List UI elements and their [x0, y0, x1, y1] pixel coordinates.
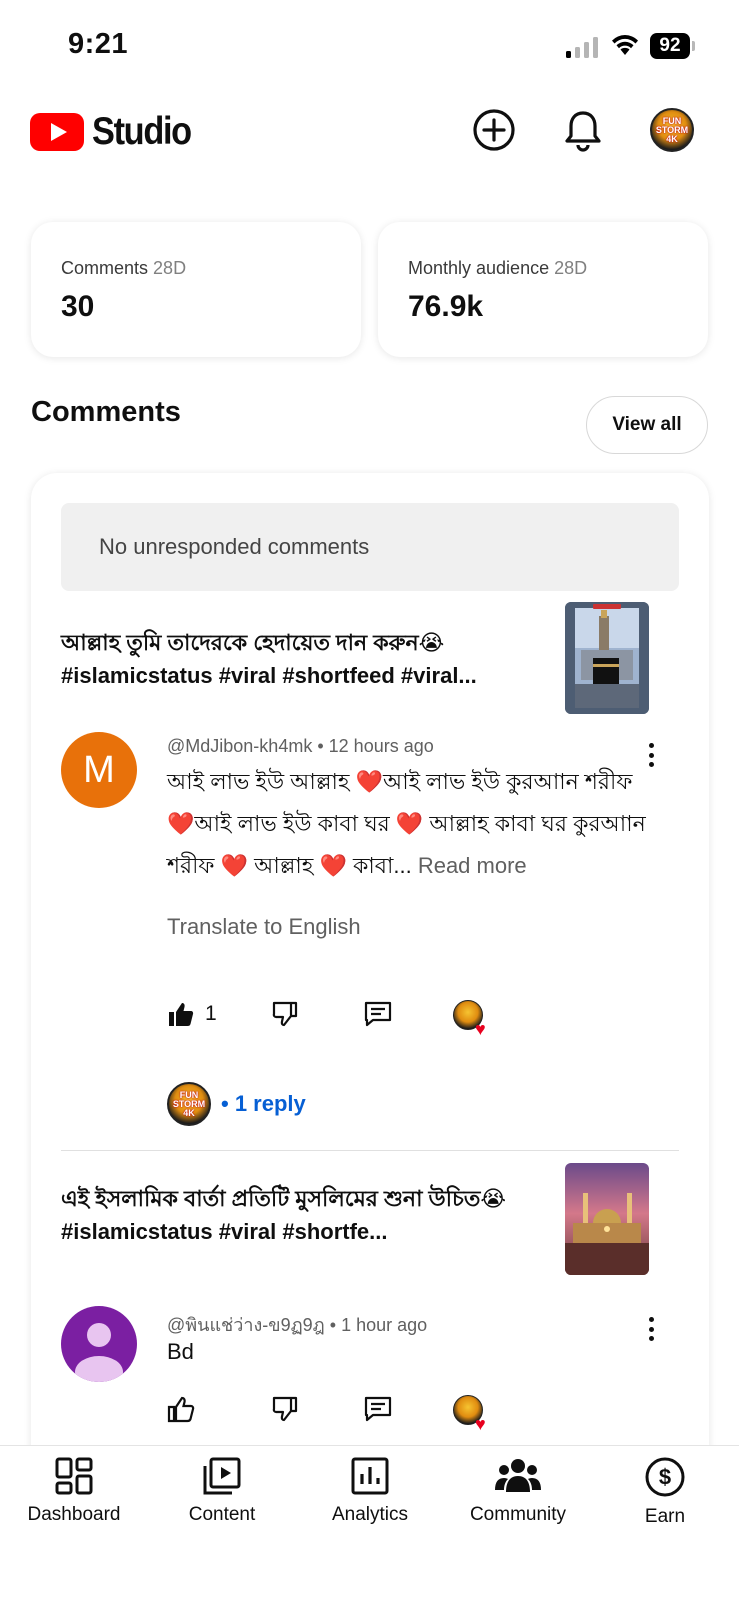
creator-heart-button[interactable]: ♥: [453, 1395, 486, 1433]
notifications-button[interactable]: [559, 106, 607, 154]
battery-tip: [692, 41, 695, 51]
audience-stat-card[interactable]: Monthly audience 28D 76.9k: [378, 222, 708, 357]
nav-content[interactable]: Content: [148, 1456, 296, 1526]
wifi-icon: [612, 35, 638, 55]
nav-dashboard[interactable]: Dashboard: [0, 1456, 148, 1526]
reply-comment-icon: [364, 1001, 392, 1027]
thumb-up-filled-icon: [169, 1003, 194, 1026]
stat-label: Comments 28D: [61, 258, 187, 278]
comments-section-title: Comments: [31, 396, 181, 428]
view-all-button[interactable]: View all: [586, 396, 708, 454]
mosque-thumbnail-image: [565, 1163, 649, 1275]
stat-value: 76.9k: [408, 290, 484, 323]
battery-indicator: 92: [650, 33, 690, 59]
avatar-badge-text: FUN STORM 4K: [655, 115, 689, 144]
nav-earn[interactable]: $ Earn: [591, 1456, 739, 1528]
reply-comment-icon: [364, 1396, 392, 1422]
comment-text: আই লাভ ইউ আল্লাহ ❤️আই লাভ ইউ কুরআান শরীফ…: [167, 761, 657, 887]
nav-label: Community: [469, 1504, 567, 1525]
comments-panel: No unresponded comments আল্লাহ তুমি তাদে…: [31, 473, 709, 1473]
comment-text: Bd: [167, 1339, 194, 1364]
meta-separator: •: [317, 736, 329, 756]
stat-value: 30: [61, 290, 95, 323]
translate-link[interactable]: Translate to English: [167, 914, 361, 940]
kaaba-thumbnail-image: [565, 602, 649, 714]
dislike-button[interactable]: [271, 1395, 299, 1423]
thumb-down-icon: [272, 1001, 298, 1027]
app-header: Studio FUN STORM 4K: [0, 90, 739, 170]
view-replies-link[interactable]: • 1 reply: [221, 1091, 306, 1117]
like-button[interactable]: [167, 1395, 195, 1423]
nav-community[interactable]: Community: [444, 1456, 592, 1526]
reply-button[interactable]: [363, 1000, 393, 1028]
status-time: 9:21: [68, 28, 129, 60]
video-title[interactable]: এই ইসলামিক বার্তা প্রতিটি মুসলিমের শুনা …: [61, 1182, 531, 1248]
youtube-logo-icon: [30, 113, 84, 151]
heart-icon: ♥: [475, 1414, 486, 1434]
nav-analytics[interactable]: Analytics: [296, 1456, 444, 1526]
reply-button[interactable]: [363, 1395, 393, 1423]
like-count: 1: [205, 1002, 217, 1025]
dislike-button[interactable]: [271, 1000, 299, 1028]
dashboard-icon: [55, 1457, 93, 1495]
video-title[interactable]: আল্লাহ তুমি তাদেরকে হেদায়েত দান করুন😭 #…: [61, 626, 531, 692]
comment-author[interactable]: @MdJibon-kh4mk: [167, 736, 312, 756]
bell-icon: [565, 111, 601, 152]
read-more-link[interactable]: Read more: [418, 853, 527, 878]
commenter-avatar[interactable]: [61, 1306, 137, 1382]
nav-label: Analytics: [331, 1504, 409, 1525]
comment-time: 12 hours ago: [328, 736, 434, 756]
create-button[interactable]: [470, 106, 518, 154]
reply-author-avatar: FUN STORM 4K: [167, 1082, 211, 1126]
logo-studio-text: Studio: [92, 110, 192, 153]
channel-avatar: FUN STORM 4K: [650, 108, 694, 152]
youtube-studio-logo[interactable]: Studio: [30, 110, 204, 154]
creator-heart-avatar: ♥: [453, 1000, 486, 1038]
cellular-signal-icon: [566, 36, 598, 58]
add-circle-icon: [473, 109, 515, 151]
nav-label: Dashboard: [27, 1504, 121, 1525]
video-thumbnail[interactable]: [565, 602, 649, 714]
svg-text:$: $: [659, 1465, 671, 1490]
comment-actions: 1 ♥: [167, 1000, 567, 1038]
nav-label: Earn: [644, 1506, 686, 1527]
earn-icon: $: [645, 1457, 685, 1497]
thumb-down-icon: [272, 1396, 298, 1422]
comment-divider: [61, 1150, 679, 1151]
comment-actions: ♥: [167, 1395, 567, 1433]
stat-label: Monthly audience 28D: [408, 258, 588, 278]
like-button[interactable]: 1: [167, 1000, 217, 1028]
analytics-icon: [351, 1457, 389, 1495]
video-thumbnail[interactable]: [565, 1163, 649, 1275]
comments-stat-card[interactable]: Comments 28D 30: [31, 222, 361, 357]
community-icon: [495, 1459, 541, 1492]
default-person-icon: [75, 1323, 123, 1382]
heart-icon: ♥: [475, 1019, 486, 1039]
no-unresponded-banner: No unresponded comments: [61, 503, 679, 591]
content-icon: [203, 1457, 241, 1495]
bottom-navigation: Dashboard Content Analytics Community $: [0, 1445, 739, 1600]
thumb-up-icon: [167, 1396, 195, 1423]
status-bar: 9:21 92: [0, 0, 739, 90]
nav-label: Content: [188, 1504, 256, 1525]
creator-heart-avatar: ♥: [453, 1395, 486, 1433]
avatar-badge-text: FUN STORM 4K: [172, 1089, 206, 1118]
comment-body: আই লাভ ইউ আল্লাহ ❤️আই লাভ ইউ কুরআান শরীফ…: [167, 769, 646, 878]
comment-meta: @MdJibon-kh4mk • 12 hours ago: [167, 736, 434, 757]
commenter-avatar[interactable]: M: [61, 732, 137, 808]
creator-heart-button[interactable]: ♥: [453, 1000, 486, 1038]
replies-row[interactable]: FUN STORM 4K • 1 reply: [167, 1082, 306, 1126]
account-avatar-button[interactable]: FUN STORM 4K: [648, 106, 696, 154]
